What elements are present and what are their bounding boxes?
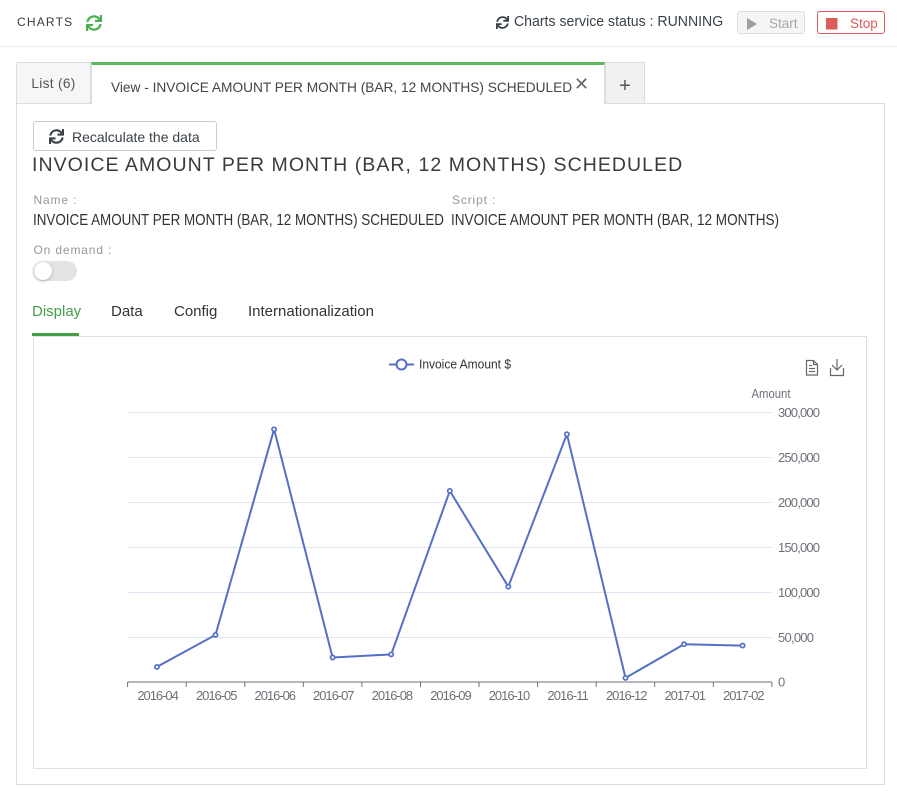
svg-text:2016-08: 2016-08: [372, 688, 414, 703]
svg-text:200,000: 200,000: [778, 495, 820, 510]
svg-text:Amount: Amount: [752, 386, 791, 401]
svg-text:2016-12: 2016-12: [606, 688, 648, 703]
svg-text:Invoice Amount $: Invoice Amount $: [419, 357, 512, 372]
svg-text:2016-04: 2016-04: [137, 688, 178, 703]
svg-text:150,000: 150,000: [778, 540, 820, 555]
svg-text:50,000: 50,000: [778, 630, 814, 645]
svg-text:2016-11: 2016-11: [547, 688, 589, 703]
svg-text:2017-02: 2017-02: [723, 688, 765, 703]
svg-text:0: 0: [778, 675, 785, 690]
svg-text:100,000: 100,000: [778, 585, 820, 600]
svg-text:2016-05: 2016-05: [196, 688, 238, 703]
svg-text:2016-10: 2016-10: [489, 688, 531, 703]
svg-text:2016-06: 2016-06: [255, 688, 297, 703]
svg-text:2016-07: 2016-07: [313, 688, 355, 703]
svg-text:2016-09: 2016-09: [430, 688, 472, 703]
svg-text:250,000: 250,000: [778, 450, 820, 465]
svg-text:2017-01: 2017-01: [664, 688, 706, 703]
svg-text:300,000: 300,000: [778, 405, 820, 420]
